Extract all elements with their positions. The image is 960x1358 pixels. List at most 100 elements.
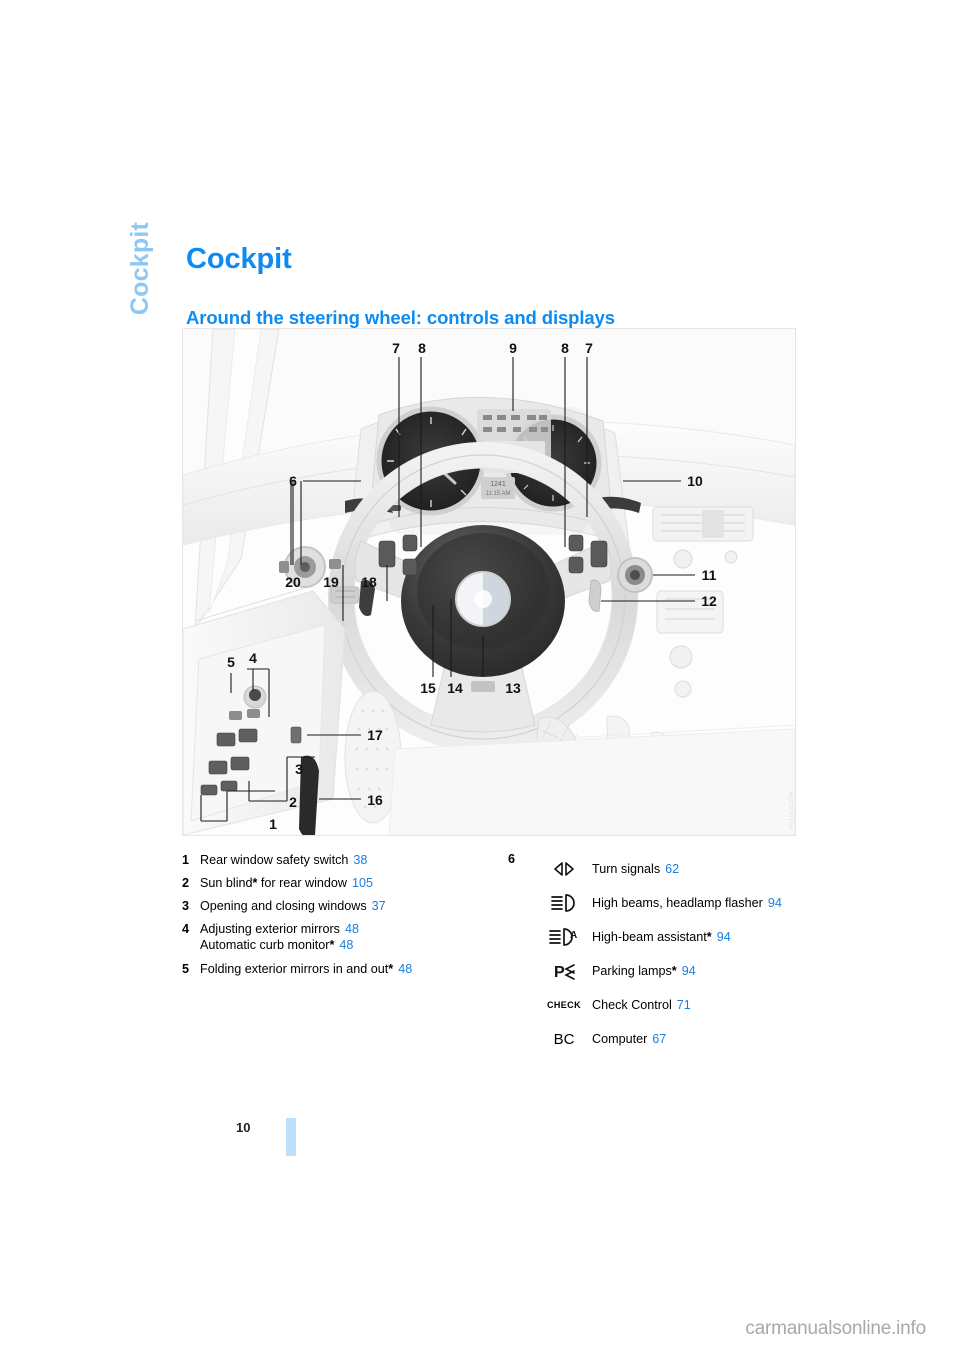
item-number: 4 xyxy=(182,922,190,937)
item-label: Computer xyxy=(592,1032,648,1046)
callout-5: 5 xyxy=(227,654,235,670)
item-body: Sun blind* for rear window 105 xyxy=(200,875,482,891)
svg-text:11:15 AM: 11:15 AM xyxy=(486,491,511,497)
page-ref[interactable]: 38 xyxy=(353,853,367,867)
item-body: Adjusting exterior mirrors 48 Automatic c… xyxy=(200,921,482,953)
item-body: Opening and closing windows 37 xyxy=(200,898,482,914)
check-control-glyph: CHECK xyxy=(546,1000,581,1010)
callout-1: 1 xyxy=(269,816,277,832)
callout-11: 11 xyxy=(702,567,717,583)
chapter-tab-label: Cockpit xyxy=(125,222,154,316)
page-ref[interactable]: 48 xyxy=(345,922,359,936)
watermark: carmanualsonline.info xyxy=(745,1318,926,1339)
callout-4: 4 xyxy=(249,650,257,666)
list-item: 1 Rear window safety switch 38 xyxy=(182,852,482,868)
svg-text:1241: 1241 xyxy=(490,481,506,488)
callout-19: 19 xyxy=(323,574,339,590)
list-item: 3 Opening and closing windows 37 xyxy=(182,898,482,914)
callout-20: 20 xyxy=(285,574,301,590)
list-item: BC Computer 67 xyxy=(536,1022,798,1056)
page-ref[interactable]: 37 xyxy=(372,899,386,913)
section-title: Around the steering wheel: controls and … xyxy=(186,307,615,329)
page-number: 10 xyxy=(236,1120,251,1135)
item-body: Parking lamps* 94 xyxy=(592,964,798,978)
callout-7b: 7 xyxy=(585,340,593,356)
icon-row-list: Turn signals 62 High beams, headlamp fla… xyxy=(536,852,798,1056)
item-label: Sun blind xyxy=(200,876,253,891)
callout-3: 3 xyxy=(295,761,303,777)
item-body: High beams, headlamp flasher 94 xyxy=(592,896,798,910)
page-ref[interactable]: 67 xyxy=(652,1032,666,1046)
callout-8b: 8 xyxy=(561,340,569,356)
callout-2: 2 xyxy=(289,794,297,810)
callout-17: 17 xyxy=(367,727,383,743)
item-label: Rear window safety switch xyxy=(200,853,349,867)
computer-icon: BC xyxy=(536,1026,592,1052)
page-ref[interactable]: 62 xyxy=(665,862,679,876)
list-item: 5 Folding exterior mirrors in and out* 48 xyxy=(182,961,482,977)
legend-left-column: 1 Rear window safety switch 38 2 Sun blin… xyxy=(182,852,482,984)
item-label: Folding exterior mirrors in and out xyxy=(200,961,389,976)
item-body: Check Control 71 xyxy=(592,998,798,1012)
parking-lamps-icon: P xyxy=(536,958,592,984)
page-number-bar xyxy=(286,1118,296,1156)
callout-18: 18 xyxy=(361,574,377,590)
list-item: High beams, headlamp flasher 94 xyxy=(536,886,798,920)
page-ref[interactable]: 94 xyxy=(717,930,731,944)
legend-right-column: 6 Turn signals 62 High beams, headlamp f… xyxy=(508,852,798,1056)
computer-glyph: BC xyxy=(553,1030,575,1048)
high-beams-icon xyxy=(536,890,592,916)
callout-16: 16 xyxy=(367,792,383,808)
callout-10: 10 xyxy=(687,473,703,489)
item-label: Parking lamps xyxy=(592,964,672,978)
callout-15: 15 xyxy=(420,680,436,696)
item-body: Rear window safety switch 38 xyxy=(200,852,482,868)
page-ref[interactable]: 105 xyxy=(352,876,373,890)
page-ref[interactable]: 71 xyxy=(677,998,691,1012)
list-item: 2 Sun blind* for rear window 105 xyxy=(182,875,482,891)
item-body: Folding exterior mirrors in and out* 48 xyxy=(200,961,482,977)
item-label: Automatic curb monitor xyxy=(200,938,330,953)
item-label: High-beam assistant xyxy=(592,930,707,944)
list-item: Turn signals 62 xyxy=(536,852,798,886)
page-ref[interactable]: 94 xyxy=(682,964,696,978)
list-item: A High-beam assistant* 94 xyxy=(536,920,798,954)
turn-signals-icon xyxy=(536,856,592,882)
item-number: 5 xyxy=(182,961,190,976)
list-item: P Parking lamps* 94 xyxy=(536,954,798,988)
page-title: Cockpit xyxy=(186,243,292,276)
high-beam-assistant-icon: A xyxy=(536,924,592,950)
item-number: 3 xyxy=(182,899,190,914)
check-control-icon: CHECK xyxy=(536,992,592,1018)
list-item: 4 Adjusting exterior mirrors 48 Automatic… xyxy=(182,921,482,953)
svg-text:P: P xyxy=(554,964,565,981)
svg-text:A: A xyxy=(570,930,577,941)
item-body: Computer 67 xyxy=(592,1032,798,1046)
option-asterisk: * xyxy=(329,938,335,953)
item-body: Turn signals 62 xyxy=(592,862,798,876)
cockpit-diagram: 1241 11:15 AM 7 8 9 8 7 6 10 11 12 20 19… xyxy=(183,329,795,835)
page-ref[interactable]: 48 xyxy=(398,962,412,976)
callout-8a: 8 xyxy=(418,340,426,356)
callout-9: 9 xyxy=(509,340,517,356)
page-ref[interactable]: 94 xyxy=(768,896,782,910)
callout-7a: 7 xyxy=(392,340,400,356)
item-label: High beams, headlamp flasher xyxy=(592,896,763,910)
item-number: 1 xyxy=(182,853,190,867)
item-label: Check Control xyxy=(592,998,672,1012)
legend: 1 Rear window safety switch 38 2 Sun blin… xyxy=(182,852,794,1102)
item-label: Turn signals xyxy=(592,862,661,876)
callout-13: 13 xyxy=(505,680,521,696)
item-number: 6 xyxy=(508,852,516,866)
item-body: High-beam assistant* 94 xyxy=(592,930,798,944)
callout-12: 12 xyxy=(701,593,717,609)
callout-6: 6 xyxy=(289,473,297,489)
chapter-tab: Cockpit xyxy=(118,222,162,442)
list-item: CHECK Check Control 71 xyxy=(536,988,798,1022)
item-label-suffix: for rear window xyxy=(257,876,348,891)
option-asterisk: * xyxy=(388,961,394,976)
page-ref[interactable]: 48 xyxy=(339,938,353,952)
cockpit-illustration: 1241 11:15 AM 7 8 9 8 7 6 10 11 12 20 19… xyxy=(182,328,796,836)
item-label: Opening and closing windows xyxy=(200,899,367,914)
callout-14: 14 xyxy=(447,680,463,696)
